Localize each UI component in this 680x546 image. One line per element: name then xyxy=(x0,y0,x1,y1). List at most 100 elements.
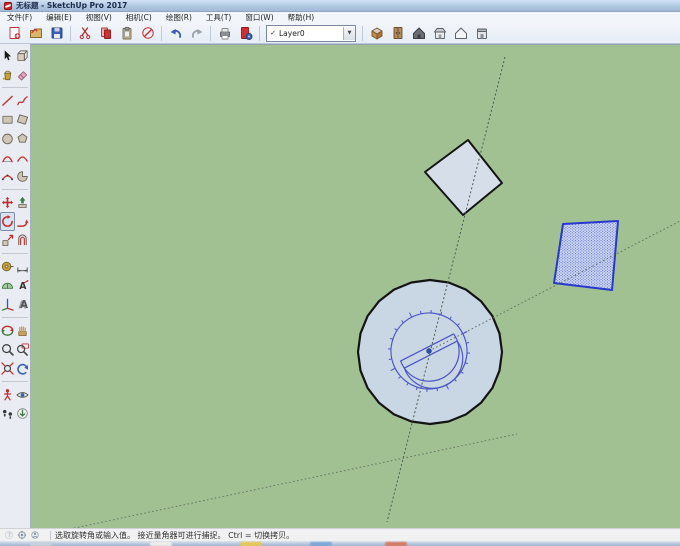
menu-edit[interactable]: 编辑(E) xyxy=(39,12,79,23)
copy-button[interactable] xyxy=(95,23,116,43)
tool-pie-button[interactable] xyxy=(15,167,30,186)
orbit-icon xyxy=(1,324,14,337)
help-icon[interactable]: ? xyxy=(4,530,14,540)
select-icon xyxy=(1,49,14,62)
tool-scale-button[interactable] xyxy=(0,231,15,250)
three-d-text-icon: AA xyxy=(16,298,29,311)
credits-icon[interactable] xyxy=(30,530,40,540)
tool-rectangle-button[interactable] xyxy=(0,110,15,129)
tool-offset-button[interactable] xyxy=(15,231,30,250)
cut-button[interactable] xyxy=(74,23,95,43)
share-component-button[interactable] xyxy=(450,23,471,43)
model-info-button[interactable] xyxy=(235,23,256,43)
new-document-button[interactable] xyxy=(4,23,25,43)
tool-look-around-button[interactable] xyxy=(15,385,30,404)
tool-polygon-button[interactable] xyxy=(15,129,30,148)
tool-move-button[interactable] xyxy=(0,193,15,212)
dropdown-arrow-icon[interactable]: ▼ xyxy=(343,27,355,40)
menu-help[interactable]: 帮助(H) xyxy=(281,12,322,23)
menu-window[interactable]: 窗口(W) xyxy=(238,12,280,23)
get-models-home-icon xyxy=(412,26,426,40)
svg-text:A: A xyxy=(20,300,28,311)
two-point-arc-icon xyxy=(16,151,29,164)
menu-file[interactable]: 文件(F) xyxy=(0,12,39,23)
window-title: 无标题 - SketchUp Pro 2017 xyxy=(16,0,127,11)
undo-button[interactable] xyxy=(165,23,186,43)
new-document-icon xyxy=(8,26,22,40)
tool-previous-view-button[interactable] xyxy=(15,359,30,378)
open-file-button[interactable] xyxy=(25,23,46,43)
geolocate-icon[interactable] xyxy=(17,530,27,540)
tool-tape-measure-button[interactable] xyxy=(0,257,15,276)
tool-eraser-button[interactable] xyxy=(15,65,30,84)
save-file-button[interactable] xyxy=(46,23,67,43)
tool-three-d-text-button[interactable]: AA xyxy=(15,295,30,314)
tool-select-button[interactable] xyxy=(0,46,15,65)
model-view[interactable] xyxy=(31,45,680,529)
tool-text-tool-button[interactable]: A xyxy=(15,276,30,295)
menu-view[interactable]: 视图(V) xyxy=(79,12,119,23)
tool-position-camera-button[interactable] xyxy=(0,385,15,404)
tool-three-point-arc-button[interactable] xyxy=(0,167,15,186)
taskbar-blob xyxy=(240,542,262,546)
extension-warehouse-button[interactable] xyxy=(471,23,492,43)
tool-push-pull-button[interactable] xyxy=(15,193,30,212)
line-icon xyxy=(1,94,14,107)
push-pull-icon xyxy=(16,196,29,209)
tool-zoom-button[interactable] xyxy=(0,340,15,359)
tool-two-point-arc-button[interactable] xyxy=(15,148,30,167)
menu-draw[interactable]: 绘图(R) xyxy=(159,12,199,23)
sketchup-logo-icon xyxy=(4,2,12,10)
tool-zoom-extents-button[interactable] xyxy=(0,359,15,378)
erase-button[interactable] xyxy=(137,23,158,43)
walk-icon xyxy=(1,407,14,420)
menu-camera[interactable]: 相机(C) xyxy=(119,12,159,23)
tool-section-plane-button[interactable] xyxy=(15,404,30,423)
look-around-icon xyxy=(16,388,29,401)
open-file-icon xyxy=(29,26,43,40)
layer-dropdown[interactable]: ✓Layer0▼ xyxy=(266,25,356,42)
follow-me-icon xyxy=(16,215,29,228)
tool-make-component-button[interactable] xyxy=(15,46,30,65)
paste-button[interactable] xyxy=(116,23,137,43)
svg-text:?: ? xyxy=(8,533,11,539)
tool-protractor-tool-button[interactable] xyxy=(0,276,15,295)
tool-walk-button[interactable] xyxy=(0,404,15,423)
tool-follow-me-button[interactable] xyxy=(15,212,30,231)
guide-line-bottom xyxy=(70,434,517,529)
toolbar-separator xyxy=(362,26,363,41)
taskbar-blob xyxy=(385,542,407,546)
components-cabinet-icon xyxy=(391,26,405,40)
tool-freehand-button[interactable] xyxy=(15,91,30,110)
tool-dimension-button[interactable] xyxy=(15,257,30,276)
warehouse-box-button[interactable] xyxy=(366,23,387,43)
print-button[interactable] xyxy=(214,23,235,43)
drawing-canvas[interactable] xyxy=(31,44,680,528)
tool-pan-button[interactable] xyxy=(15,321,30,340)
toolbar-separator xyxy=(259,26,260,41)
tool-zoom-window-button[interactable] xyxy=(15,340,30,359)
get-models-home-button[interactable] xyxy=(408,23,429,43)
redo-button[interactable] xyxy=(186,23,207,43)
rotated-square-face[interactable] xyxy=(425,140,502,215)
palette-separator xyxy=(2,253,28,254)
menu-tools[interactable]: 工具(T) xyxy=(199,12,238,23)
share-model-button[interactable] xyxy=(429,23,450,43)
toolbar-separator xyxy=(161,26,162,41)
tool-axes-button[interactable] xyxy=(0,295,15,314)
components-cabinet-button[interactable] xyxy=(387,23,408,43)
selected-square-face[interactable] xyxy=(554,221,618,290)
tool-line-button[interactable] xyxy=(0,91,15,110)
warehouse-box-icon xyxy=(370,26,384,40)
tool-paint-bucket-button[interactable] xyxy=(0,65,15,84)
tool-circle-tool-button[interactable] xyxy=(0,129,15,148)
move-icon xyxy=(1,196,14,209)
rotated-rectangle-icon xyxy=(16,113,29,126)
tool-arc-button[interactable] xyxy=(0,148,15,167)
tool-orbit-button[interactable] xyxy=(0,321,15,340)
zoom-window-icon xyxy=(16,343,29,356)
position-camera-icon xyxy=(1,388,14,401)
tool-rotated-rectangle-button[interactable] xyxy=(15,110,30,129)
tool-rotate-button[interactable] xyxy=(0,212,15,231)
pan-icon xyxy=(16,324,29,337)
